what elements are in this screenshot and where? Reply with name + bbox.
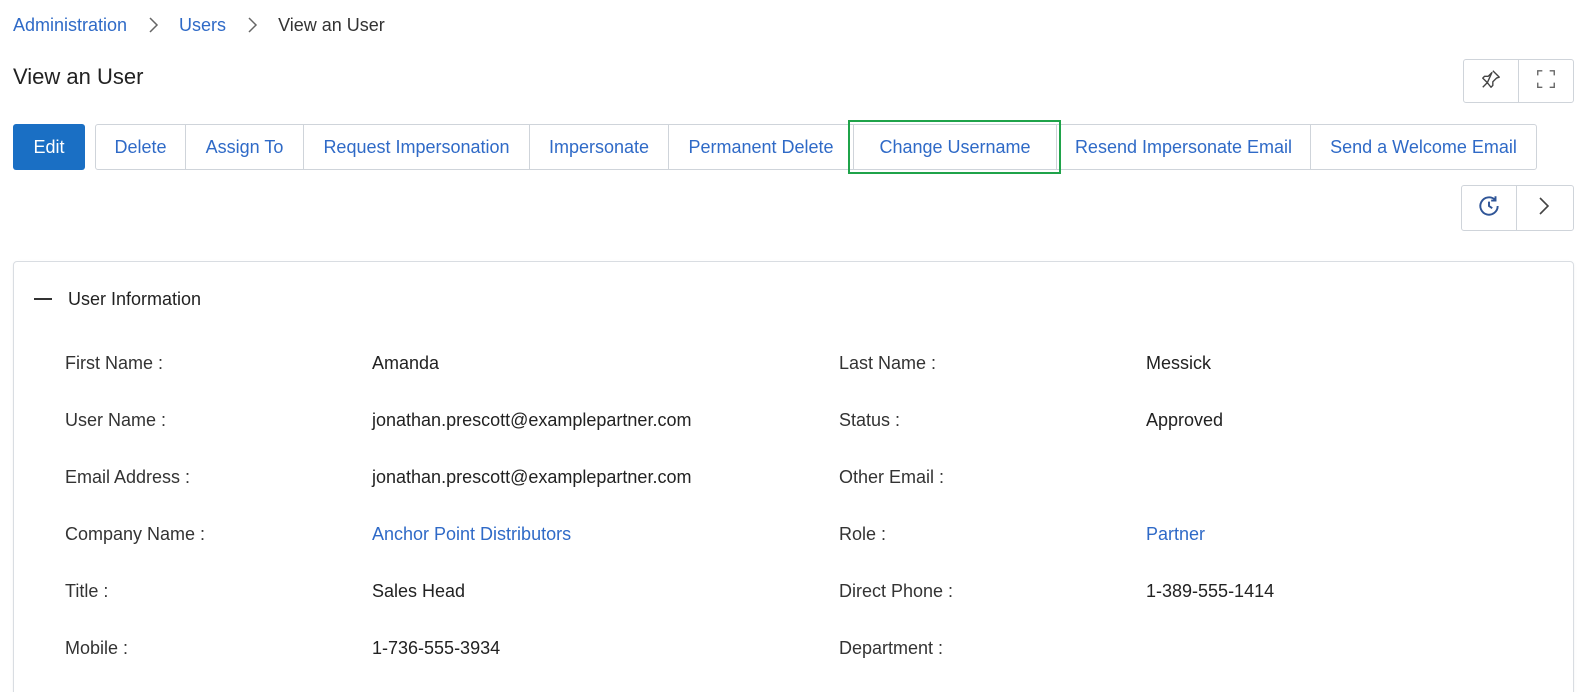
record-nav-controls <box>1461 185 1574 231</box>
collapse-icon[interactable] <box>34 298 52 300</box>
delete-button[interactable]: Delete <box>96 125 185 169</box>
next-button[interactable] <box>1516 186 1570 230</box>
direct-phone-value: 1-389-555-1414 <box>1146 581 1275 601</box>
first-name-label: First Name : <box>65 353 164 373</box>
send-welcome-email-button[interactable]: Send a Welcome Email <box>1310 125 1536 169</box>
breadcrumb-administration[interactable]: Administration <box>13 15 127 36</box>
pin-button[interactable] <box>1464 60 1518 102</box>
email-address-label: Email Address : <box>65 467 191 487</box>
chevron-right-icon <box>1536 195 1552 222</box>
direct-phone-label: Direct Phone : <box>839 581 954 601</box>
status-label: Status : <box>839 410 901 430</box>
other-email-label: Other Email : <box>839 467 945 487</box>
fullscreen-icon <box>1535 68 1557 95</box>
impersonate-button[interactable]: Impersonate <box>529 125 668 169</box>
user-information-panel: User Information First Name : Amanda Las… <box>13 261 1574 692</box>
first-name-value: Amanda <box>372 353 440 373</box>
chevron-right-icon <box>226 16 278 34</box>
fullscreen-button[interactable] <box>1518 60 1572 102</box>
history-button[interactable] <box>1462 186 1516 230</box>
last-name-value: Messick <box>1146 353 1212 373</box>
last-name-label: Last Name : <box>839 353 937 373</box>
email-address-value: jonathan.prescott@examplepartner.com <box>372 467 692 487</box>
section-header: User Information <box>34 286 201 312</box>
breadcrumb-current: View an User <box>278 14 385 35</box>
role-label: Role : <box>839 524 887 544</box>
history-icon <box>1476 193 1502 224</box>
change-username-button[interactable]: Change Username <box>848 120 1061 174</box>
breadcrumb: Administration Users View an User <box>13 12 385 38</box>
mobile-value: 1-736-555-3934 <box>372 638 501 658</box>
department-label: Department : <box>839 638 944 658</box>
view-controls <box>1463 59 1574 103</box>
resend-impersonate-email-button[interactable]: Resend Impersonate Email <box>1056 125 1310 169</box>
breadcrumb-users[interactable]: Users <box>179 15 226 36</box>
user-name-label: User Name : <box>65 410 167 430</box>
role-link[interactable]: Partner <box>1146 524 1205 545</box>
status-value: Approved <box>1146 410 1224 430</box>
pin-icon <box>1480 68 1502 95</box>
edit-button[interactable]: Edit <box>13 124 85 170</box>
assign-to-button[interactable]: Assign To <box>185 125 303 169</box>
permanent-delete-button[interactable]: Permanent Delete <box>668 125 853 169</box>
section-title: User Information <box>68 288 202 309</box>
title-value: Sales Head <box>372 581 466 601</box>
title-label: Title : <box>65 581 109 601</box>
mobile-label: Mobile : <box>65 638 129 658</box>
user-name-value: jonathan.prescott@examplepartner.com <box>372 410 692 430</box>
page-title: View an User <box>13 64 144 89</box>
chevron-right-icon <box>127 16 179 34</box>
company-name-link[interactable]: Anchor Point Distributors <box>372 524 571 545</box>
action-toolbar: Edit Delete Assign To Request Impersonat… <box>13 120 1537 174</box>
company-name-label: Company Name : <box>65 524 206 544</box>
action-button-group: Delete Assign To Request Impersonation I… <box>95 120 1537 174</box>
request-impersonation-button[interactable]: Request Impersonation <box>303 125 529 169</box>
